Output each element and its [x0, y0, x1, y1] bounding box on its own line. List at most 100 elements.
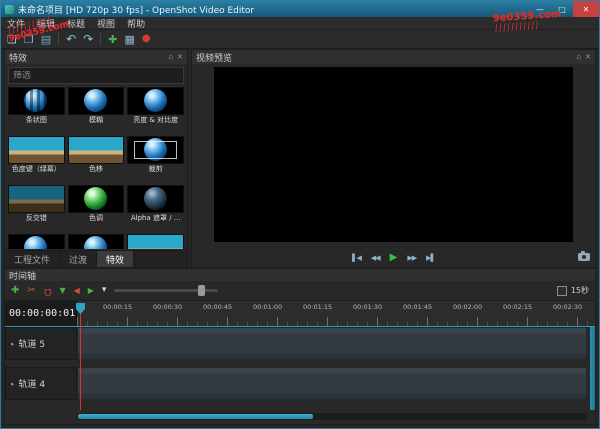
- zoom-slider[interactable]: [114, 285, 219, 296]
- effect-thumbnail-crop[interactable]: [127, 136, 184, 164]
- effect-thumbnail[interactable]: [127, 234, 184, 249]
- next-marker-icon[interactable]: ▶: [88, 286, 94, 295]
- ruler-label: 00:02:30: [553, 303, 583, 311]
- effects-panel: 特效 ▫ ✕ 条状图 模糊 亮度 & 对比度 色度键: [4, 49, 188, 268]
- toolbar-separator: [58, 33, 60, 45]
- effect-thumbnail-alpha-mask[interactable]: [127, 185, 184, 213]
- play-icon[interactable]: ▶: [390, 253, 398, 263]
- float-panel-icon[interactable]: ▫: [576, 53, 581, 61]
- effect-label: Alpha 遮罩 / ...: [130, 214, 181, 222]
- window-title: 未命名项目 [HD 720p 30 fps] - OpenShot Video …: [18, 5, 255, 16]
- preview-panel-title: 视频预览: [196, 53, 233, 64]
- menu-help[interactable]: 帮助: [127, 17, 145, 30]
- redo-icon[interactable]: ↷: [83, 33, 93, 45]
- effect-thumbnail[interactable]: [67, 234, 125, 249]
- effects-filter-input[interactable]: [9, 70, 183, 81]
- zoom-slider-handle[interactable]: [197, 285, 205, 296]
- horizontal-scrollbar-thumb[interactable]: [78, 414, 313, 419]
- effect-label: 亮度 & 对比度: [133, 116, 179, 124]
- effect-thumbnail-bars[interactable]: [8, 87, 65, 115]
- effect-item[interactable]: 模糊: [67, 87, 125, 133]
- effect-item[interactable]: 色移: [67, 136, 125, 182]
- export-video-icon[interactable]: ●: [142, 34, 151, 44]
- close-panel-icon[interactable]: ✕: [585, 53, 591, 61]
- tab-effects[interactable]: 特效: [97, 251, 135, 267]
- effect-item[interactable]: 色度键（绿幕）: [8, 136, 65, 182]
- ruler-label: 00:01:45: [403, 303, 433, 311]
- effect-label: 模糊: [88, 116, 103, 124]
- track-name: 轨道 5: [18, 340, 46, 350]
- timeline-ruler-row: 00:00:00:01 00:00:15 00:00:30 00:00:45 0…: [5, 301, 595, 327]
- effect-item[interactable]: 亮度 & 对比度: [127, 87, 184, 133]
- ruler-label: 00:02:15: [503, 303, 533, 311]
- current-time-display: 00:00:00:01: [5, 301, 77, 326]
- snapshot-camera-icon[interactable]: [578, 251, 590, 261]
- effect-item[interactable]: [8, 234, 65, 249]
- vertical-scrollbar-thumb[interactable]: [590, 327, 595, 410]
- toolbar-separator: [100, 33, 102, 45]
- timeline-panel: 时间轴 ✚ ✂ Ω ▼ ◀ ▶ ▾ 15秒 00:00:00:01 00:00:…: [4, 268, 596, 425]
- effect-thumbnail-blur[interactable]: [67, 87, 125, 115]
- effect-label: 条状图: [25, 116, 47, 124]
- effect-label: 色调: [88, 214, 103, 222]
- zoom-scale-box[interactable]: [556, 285, 567, 296]
- ruler-label: 00:00:15: [103, 303, 133, 311]
- snapping-magnet-icon[interactable]: Ω: [44, 286, 52, 297]
- undo-icon[interactable]: ↶: [66, 33, 76, 45]
- effect-item[interactable]: [67, 234, 125, 249]
- effect-label: 裁剪: [148, 165, 163, 173]
- ruler-label: 00:01:00: [253, 303, 283, 311]
- track-lane[interactable]: [77, 327, 587, 360]
- effect-thumbnail-deinterlace[interactable]: [8, 185, 65, 213]
- track-header[interactable]: ▸ 轨道 4: [5, 367, 77, 400]
- import-files-icon[interactable]: ✚: [108, 34, 117, 45]
- app-icon: [5, 4, 14, 14]
- timeline-ruler[interactable]: 00:00:15 00:00:30 00:00:45 00:01:00 00:0…: [77, 301, 595, 326]
- rewind-icon[interactable]: ◀◀: [371, 254, 381, 262]
- track-row: ▸ 轨道 4: [5, 367, 587, 400]
- timeline-vertical-scrollbar[interactable]: [590, 327, 595, 410]
- add-marker-icon[interactable]: ▼: [59, 286, 65, 295]
- zoom-scale-label: 15秒: [570, 286, 589, 295]
- effect-thumbnail-hue[interactable]: [67, 185, 125, 213]
- effect-thumbnail-color-shift[interactable]: [67, 136, 125, 164]
- menu-view[interactable]: 视图: [97, 17, 115, 30]
- effect-thumbnail[interactable]: [8, 234, 65, 249]
- playhead-line[interactable]: [80, 313, 81, 410]
- effect-thumbnail-chroma-key[interactable]: [8, 136, 65, 164]
- previous-marker-icon[interactable]: ◀: [74, 286, 80, 295]
- effects-filter[interactable]: [8, 67, 184, 84]
- video-preview-area[interactable]: [214, 67, 573, 242]
- effect-thumbnail-brightness[interactable]: [127, 87, 184, 115]
- tab-project-files[interactable]: 工程文件: [5, 251, 61, 267]
- effect-label: 反交错: [25, 214, 47, 222]
- jump-to-end-icon[interactable]: ▶▌: [426, 254, 436, 262]
- effect-item[interactable]: 色调: [67, 185, 125, 231]
- effect-item[interactable]: 裁剪: [127, 136, 184, 182]
- effect-item[interactable]: Alpha 遮罩 / ...: [127, 185, 184, 231]
- add-track-icon[interactable]: ✚: [11, 285, 19, 296]
- tab-transitions[interactable]: 过渡: [60, 251, 98, 267]
- timeline-horizontal-scrollbar[interactable]: [77, 413, 587, 420]
- openshot-window: 未命名项目 [HD 720p 30 fps] - OpenShot Video …: [0, 0, 600, 429]
- jump-to-start-icon[interactable]: ▌◀: [352, 254, 362, 262]
- close-panel-icon[interactable]: ✕: [177, 53, 183, 61]
- ruler-label: 00:00:30: [153, 303, 183, 311]
- center-playhead-icon[interactable]: ▾: [102, 286, 107, 295]
- track-lane[interactable]: [77, 367, 587, 400]
- track-menu-icon[interactable]: ▸: [11, 380, 15, 388]
- effect-item[interactable]: 条状图: [8, 87, 65, 133]
- choose-profile-icon[interactable]: ▦: [125, 34, 135, 45]
- razor-tool-icon[interactable]: ✂: [27, 285, 35, 296]
- video-preview-panel: 视频预览 ▫ ✕ ▌◀ ◀◀ ▶ ▶▶ ▶▌: [191, 49, 596, 268]
- track-menu-icon[interactable]: ▸: [11, 340, 15, 348]
- close-button[interactable]: ✕: [573, 1, 599, 17]
- fast-forward-icon[interactable]: ▶▶: [407, 254, 417, 262]
- track-header[interactable]: ▸ 轨道 5: [5, 327, 77, 360]
- float-panel-icon[interactable]: ▫: [168, 53, 173, 61]
- ruler-label: 00:00:45: [203, 303, 233, 311]
- track-row: ▸ 轨道 5: [5, 327, 587, 360]
- effect-item[interactable]: 反交错: [8, 185, 65, 231]
- ruler-labels: 00:00:15 00:00:30 00:00:45 00:01:00 00:0…: [103, 303, 595, 311]
- effect-item[interactable]: [127, 234, 184, 249]
